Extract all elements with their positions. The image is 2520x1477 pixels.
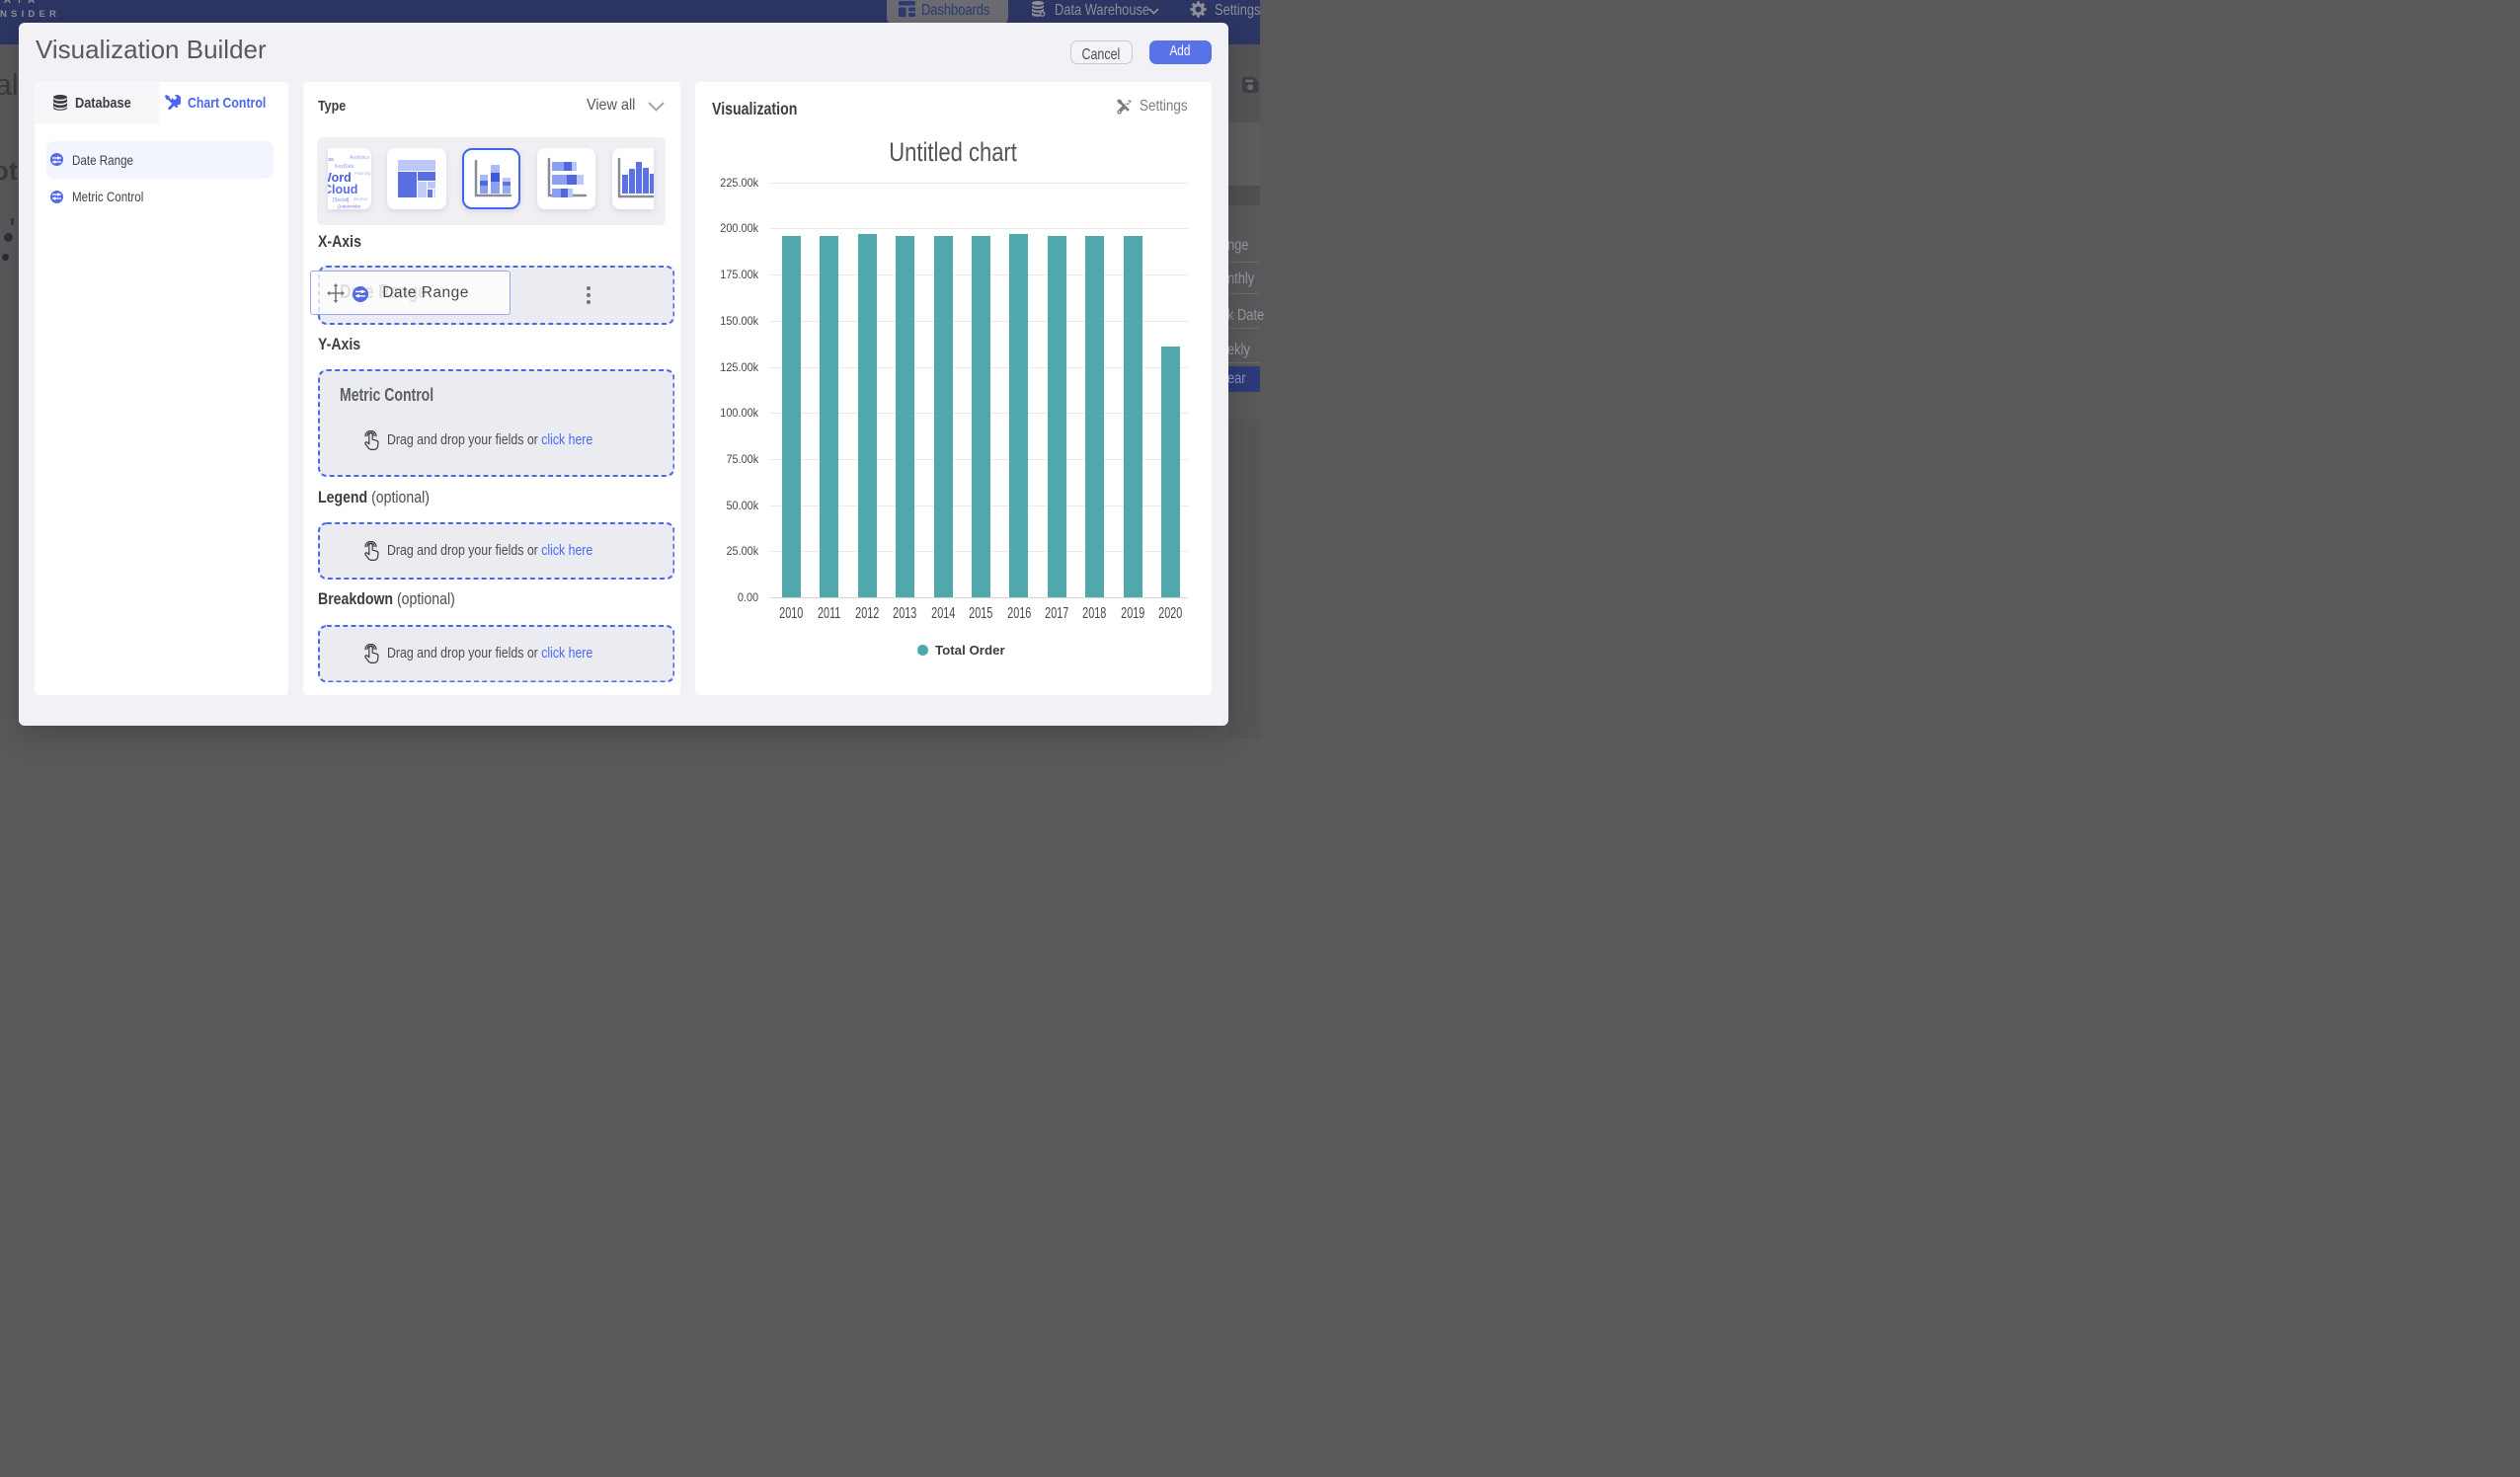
svg-text:DataInsider: DataInsider [338, 204, 361, 209]
svg-text:Planning: Planning [354, 171, 371, 176]
svg-text:Analytics: Analytics [350, 155, 370, 161]
svg-text:iness: iness [328, 157, 334, 163]
svg-text:[Social]: [Social] [333, 197, 350, 203]
svg-text:internet: internet [354, 196, 368, 201]
svg-text:Cloud: Cloud [328, 183, 357, 196]
svg-text:KeyData: KeyData [335, 164, 354, 170]
